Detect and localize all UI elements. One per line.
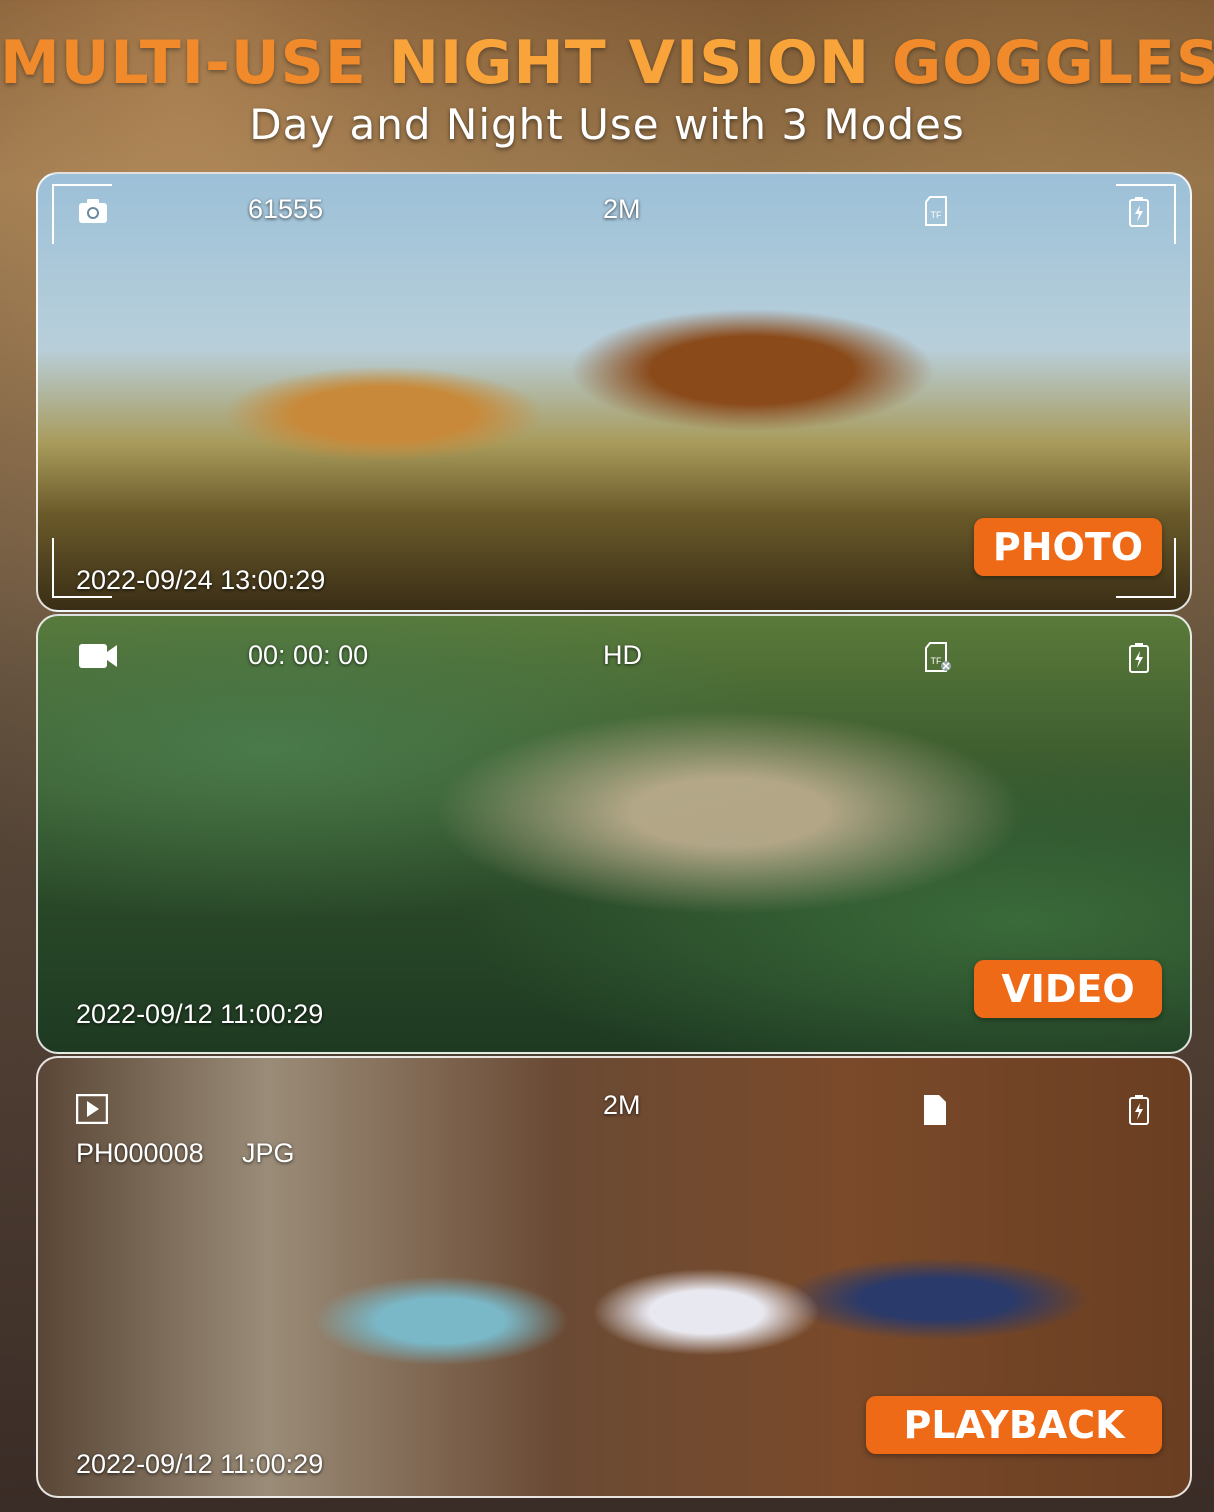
file-icon	[924, 1095, 946, 1125]
photo-mode-panel: 61555 2M TF PHOTO 2022-09/24 13:00:29	[36, 172, 1192, 612]
camera-icon	[79, 199, 107, 223]
playback-mode-button[interactable]: PLAYBACK	[866, 1396, 1162, 1454]
battery-charging-icon	[1129, 1095, 1149, 1125]
photo-mode-button[interactable]: PHOTO	[974, 518, 1162, 576]
timestamp: 2022-09/24 13:00:29	[76, 565, 326, 595]
timestamp: 2022-09/12 11:00:29	[76, 999, 324, 1029]
svg-text:TF: TF	[931, 210, 942, 220]
title-part-3: GOGGLES	[891, 28, 1214, 98]
battery-charging-icon	[1129, 197, 1149, 227]
svg-text:TF: TF	[931, 656, 942, 666]
header: MULTI-USE NIGHT VISION GOGGLES Day and N…	[0, 0, 1214, 170]
page-title: MULTI-USE NIGHT VISION GOGGLES	[0, 28, 1214, 98]
video-mode-button[interactable]: VIDEO	[974, 960, 1162, 1018]
file-name: PH000008	[76, 1138, 204, 1168]
battery-charging-icon	[1129, 643, 1149, 673]
resolution-indicator: 2M	[603, 194, 641, 224]
playback-mode-panel: PH000008 JPG 2M PLAYBACK 2022-09/12 11:0…	[36, 1056, 1192, 1498]
title-part-2: NIGHT VISION	[388, 28, 892, 98]
video-mode-panel: 00: 00: 00 HD TF VIDEO 2022-09/12 11:00:…	[36, 614, 1192, 1054]
title-part-1: MULTI-USE	[0, 28, 389, 98]
sd-card-icon: TF	[925, 196, 947, 226]
timestamp: 2022-09/12 11:00:29	[76, 1449, 324, 1479]
shot-counter: 61555	[248, 194, 324, 224]
resolution-indicator: 2M	[603, 1090, 641, 1120]
file-type: JPG	[242, 1138, 295, 1168]
video-camera-icon	[79, 644, 117, 668]
recording-timer: 00: 00: 00	[248, 640, 369, 670]
sd-card-missing-icon: TF	[925, 642, 951, 672]
play-icon	[76, 1094, 108, 1124]
resolution-indicator: HD	[603, 640, 642, 670]
page-subtitle: Day and Night Use with 3 Modes	[249, 100, 965, 149]
